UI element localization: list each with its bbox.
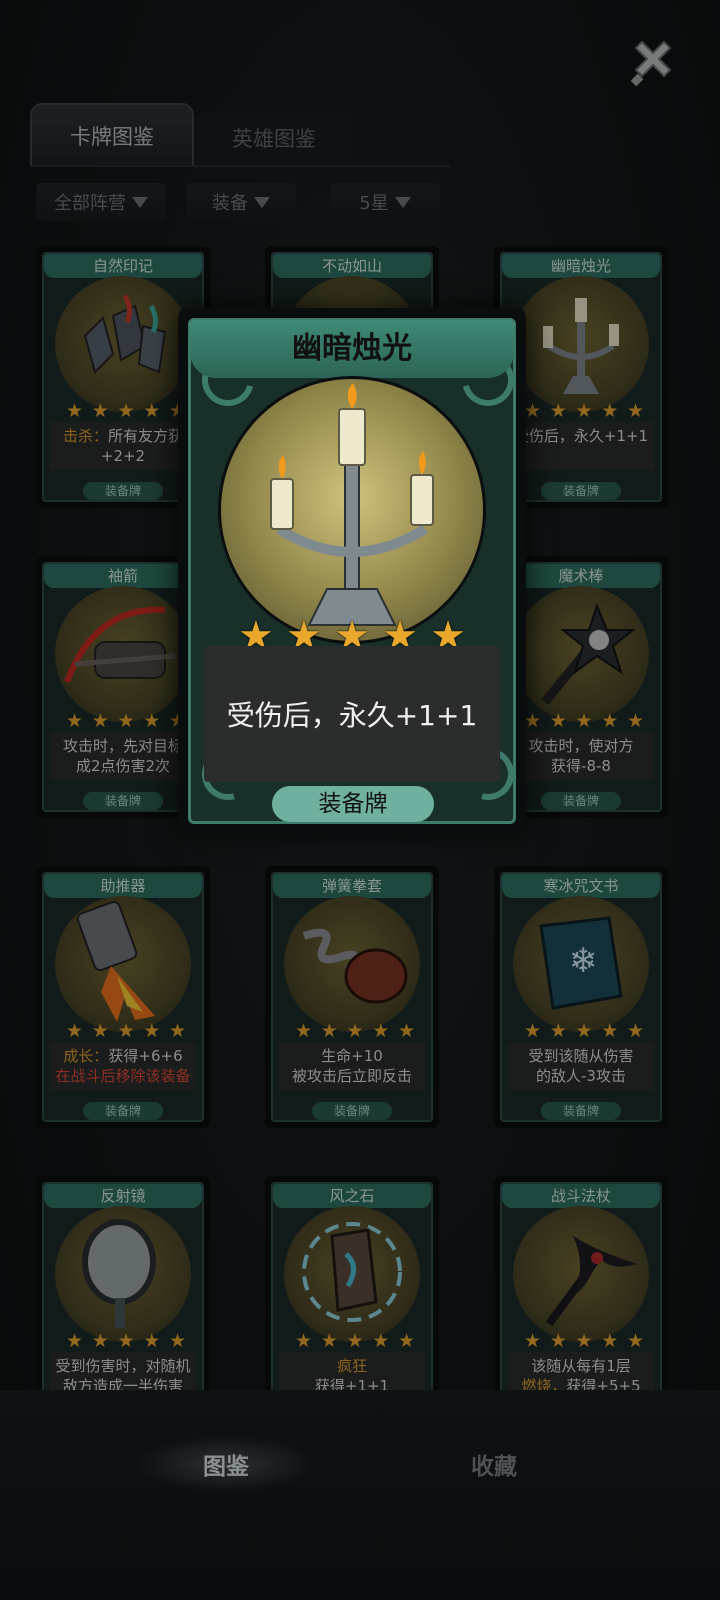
magic-wand-icon — [513, 586, 649, 722]
card-tanhuang-quantao[interactable]: 弹簧拳套 ★ ★ ★ ★ ★ 生命+10 被攻击后立即反击 装备牌 — [265, 866, 439, 1128]
dropdown-arrow-icon — [132, 196, 148, 208]
tab-card-codex[interactable]: 卡牌图鉴 — [30, 103, 194, 167]
star-rating: ★★★★★ — [66, 710, 186, 732]
card-description: 攻击时，使对方 获得-8-8 — [508, 732, 654, 780]
star-rating: ★★★★★ — [524, 710, 644, 732]
card-zhutuiqi[interactable]: 助推器 ★ ★ ★ ★ ★ 成长：获得+6+6 在战斗后移除该装备 装备牌 — [36, 866, 210, 1128]
card-type-pill: 装备牌 — [83, 792, 163, 810]
nav-codex[interactable]: 图鉴 — [136, 1436, 316, 1492]
card-type-pill: 装备牌 — [83, 1102, 163, 1120]
tab-divider — [30, 165, 450, 167]
card-description: 受到该随从伤害 的敌人-3攻击 — [508, 1042, 654, 1090]
star-rating: ★★★★★ — [66, 1330, 186, 1352]
card-type-pill: 装备牌 — [83, 482, 163, 500]
wind-stone-icon — [284, 1206, 420, 1342]
star-rating: ★★★★★ — [295, 1020, 415, 1042]
faction-filter-dropdown[interactable]: 全部阵营 — [36, 183, 166, 221]
card-name: 风之石 — [273, 1184, 431, 1208]
card-name: 自然印记 — [44, 254, 202, 278]
dropdown-arrow-icon — [394, 196, 411, 208]
spring-glove-icon — [284, 896, 420, 1032]
star-filter-dropdown[interactable]: 5星 — [330, 183, 440, 221]
card-type-pill: 装备牌 — [541, 792, 621, 810]
tab-hero-codex[interactable]: 英雄图鉴 — [196, 111, 352, 165]
nav-collection[interactable]: 收藏 — [404, 1436, 584, 1492]
card-description: 受伤后，永久+1+1 — [508, 422, 654, 470]
card-name: 反射镜 — [44, 1184, 202, 1208]
card-type-pill: 装备牌 — [541, 1102, 621, 1120]
featured-card-name: 幽暗烛光 — [190, 320, 514, 378]
card-name: 不动如山 — [273, 254, 431, 278]
ice-spellbook-icon: ❄ — [513, 896, 649, 1032]
rocket-booster-icon — [55, 896, 191, 1032]
card-type-pill: 装备牌 — [541, 482, 621, 500]
sleeve-crossbow-icon — [55, 586, 191, 722]
star-rating: ★★★★★ — [524, 400, 644, 422]
type-filter-dropdown[interactable]: 装备 — [186, 183, 296, 221]
battle-staff-icon — [513, 1206, 649, 1342]
card-description: 击杀：所有友方获 +2+2 — [50, 422, 196, 470]
star-rating: ★★★★★ — [524, 1330, 644, 1352]
featured-card-description: 受伤后，永久+1+1 — [204, 646, 500, 782]
svg-text:❄: ❄ — [569, 941, 598, 981]
close-x-icon — [630, 40, 672, 87]
card-hanbing-zhouwenshu[interactable]: 寒冰咒文书 ❄ ★ ★ ★ ★ ★ 受到该随从伤害 的敌人-3攻击 装备牌 — [494, 866, 668, 1128]
star-rating: ★★★★★ — [66, 1020, 186, 1042]
card-type-pill: 装备牌 — [312, 1102, 392, 1120]
faction-filter-label: 全部阵营 — [54, 193, 126, 214]
card-name: 寒冰咒文书 — [502, 874, 660, 898]
candelabra-icon — [218, 376, 486, 644]
card-name: 弹簧拳套 — [273, 874, 431, 898]
close-button[interactable] — [628, 36, 678, 87]
dropdown-arrow-icon — [254, 196, 270, 208]
card-name: 幽暗烛光 — [502, 254, 660, 278]
type-filter-label: 装备 — [212, 193, 248, 214]
star-rating: ★★★★★ — [66, 400, 186, 422]
candelabra-icon — [513, 276, 649, 412]
featured-card-type-pill: 装备牌 — [272, 786, 434, 822]
stones-icon — [55, 276, 191, 412]
star-rating: ★★★★★ — [524, 1020, 644, 1042]
card-description: 生命+10 被攻击后立即反击 — [279, 1042, 425, 1090]
mirror-icon — [55, 1206, 191, 1342]
star-filter-label: 5星 — [359, 193, 389, 214]
card-name: 战斗法杖 — [502, 1184, 660, 1208]
card-name: 助推器 — [44, 874, 202, 898]
star-rating: ★★★★★ — [295, 1330, 415, 1352]
bottom-nav-bar — [0, 1390, 720, 1600]
featured-card-detail[interactable]: 幽暗烛光 ★ ★ ★ ★ ★ 受伤后，永久+1+1 装备牌 — [178, 308, 526, 834]
card-description: 成长：获得+6+6 在战斗后移除该装备 — [50, 1042, 196, 1090]
card-description: 攻击时，先对目标 成2点伤害2次 — [50, 732, 196, 780]
